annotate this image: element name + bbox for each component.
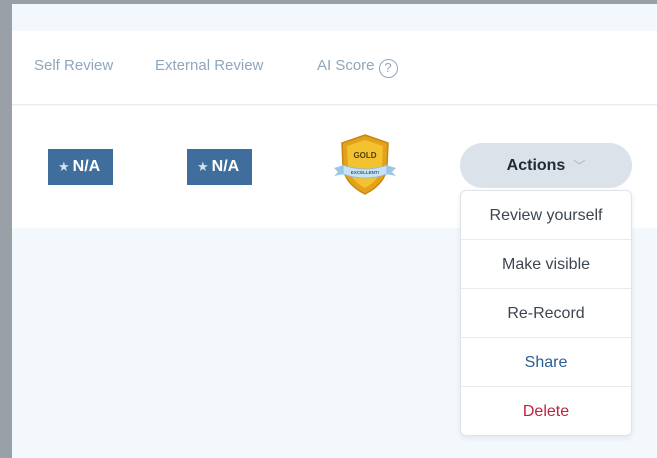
- star-icon: ★: [197, 159, 209, 174]
- self-review-badge: ★ N/A: [48, 149, 113, 185]
- gold-medal-shield-icon: GOLD EXCELLENT!: [334, 134, 396, 195]
- external-review-value: N/A: [211, 158, 240, 175]
- actions-button[interactable]: Actions ﹀: [460, 143, 632, 188]
- column-header-external-review: External Review: [155, 57, 264, 74]
- menu-item-re-record[interactable]: Re-Record: [461, 289, 631, 338]
- column-header-self-review: Self Review: [34, 57, 114, 74]
- actions-label: Actions: [506, 157, 566, 174]
- menu-item-make-visible[interactable]: Make visible: [461, 240, 631, 289]
- column-header-ai-score: AI Score?: [317, 57, 398, 78]
- ai-score-label: AI Score: [317, 57, 375, 74]
- question-circle-icon[interactable]: ?: [378, 59, 398, 78]
- menu-item-share[interactable]: Share: [461, 338, 631, 387]
- menu-item-review-yourself[interactable]: Review yourself: [461, 191, 631, 240]
- table-header-row: Self Review External Review AI Score?: [12, 31, 657, 105]
- reviews-panel: Self Review External Review AI Score? ★ N…: [12, 4, 657, 458]
- star-icon: ★: [58, 159, 70, 174]
- self-review-value: N/A: [72, 158, 101, 175]
- medal-ribbon-text: EXCELLENT!: [351, 170, 380, 175]
- actions-dropdown-menu: Review yourself Make visible Re-Record S…: [460, 190, 632, 436]
- medal-label: GOLD: [353, 151, 376, 160]
- chevron-down-icon: ﹀: [573, 159, 586, 173]
- external-review-badge: ★ N/A: [187, 149, 252, 185]
- menu-item-delete[interactable]: Delete: [461, 387, 631, 435]
